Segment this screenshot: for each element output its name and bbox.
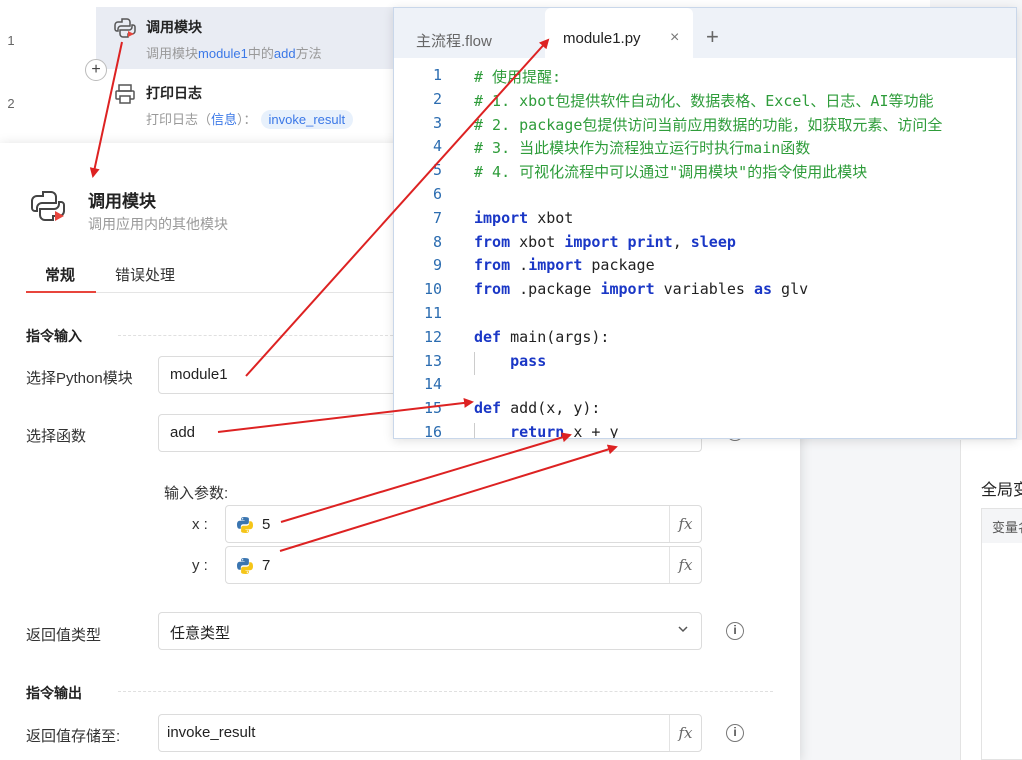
code-line: def main(args): [474, 327, 610, 346]
desc-text: 方法 [295, 46, 322, 61]
desc-text: 打印日志（ [146, 112, 212, 127]
line-number: 5 [432, 161, 442, 180]
chevron-down-icon [678, 626, 688, 633]
code-line: from .import package [474, 256, 655, 275]
python-module-icon [31, 191, 65, 221]
line-number: 7 [432, 208, 442, 227]
global-variables-panel: 全局变 变量名 [960, 440, 1022, 760]
variable-tag: invoke_result [260, 110, 354, 129]
section-divider [118, 335, 393, 336]
params-label: 输入参数: [164, 485, 229, 502]
code-editor-window: 主流程.flow module1.py × + 1 # 使用提醒: 2 # 1. xb… [393, 7, 1017, 439]
code-line: # 4. 可视化流程中可以通过"调用模块"的指令使用此模块 [474, 163, 868, 182]
line-number: 15 [423, 399, 442, 418]
param-y-input[interactable]: 7 fx [225, 546, 702, 584]
code-line: from xbot import print, sleep [474, 232, 736, 251]
printer-icon [115, 84, 135, 104]
python-icon [237, 558, 253, 574]
section-title-input: 指令输入 [26, 328, 82, 344]
info-icon[interactable]: i [726, 622, 744, 640]
line-number: 6 [432, 185, 442, 203]
flow-line-number: 1 [7, 33, 15, 48]
dialog-title: 调用模块 [88, 192, 156, 211]
section-divider [118, 691, 773, 692]
function-select-label: 选择函数 [26, 428, 87, 445]
line-number: 16 [423, 423, 442, 439]
tab-label: module1.py [563, 30, 641, 47]
code-line: # 1. xbot包提供软件自动化、数据表格、Excel、日志、AI等功能 [474, 91, 934, 110]
desc-module: module1 [198, 46, 248, 61]
python-icon [237, 517, 253, 533]
desc-level: 信息 [211, 112, 238, 127]
line-number: 11 [423, 304, 442, 322]
line-number: 8 [432, 232, 442, 251]
active-tab-indicator [26, 291, 96, 293]
module-select-label: 选择Python模块 [26, 370, 133, 387]
param-x-value: 5 [262, 516, 271, 533]
line-number: 3 [432, 113, 442, 132]
fx-button[interactable]: fx [669, 715, 701, 751]
global-variables-table: 变量名 [981, 508, 1022, 760]
tab-main-flow[interactable]: 主流程.flow [416, 8, 492, 58]
tab-general[interactable]: 常规 [45, 264, 75, 285]
dialog-subtitle: 调用应用内的其他模块 [88, 216, 228, 232]
flow-line-number: 2 [7, 96, 15, 111]
line-number: 2 [432, 89, 442, 108]
code-line: pass [510, 351, 547, 370]
section-title-output: 指令输出 [26, 685, 82, 701]
code-line: # 使用提醒: [474, 68, 562, 86]
line-number: 14 [423, 375, 442, 394]
column-header-variable-name: 变量名 [982, 509, 1022, 543]
param-y-value: 7 [262, 557, 271, 574]
module-select-value: module1 [170, 366, 228, 383]
line-number: 10 [423, 280, 442, 299]
code-line: # 2. package包提供访问当前应用数据的功能，如获取元素、访问全 [474, 115, 943, 134]
app-root: 1 调用模块 调用模块module1中的add方法 + 2 打印日志 打印日志（… [0, 0, 1022, 760]
code-line: # 3. 当此模块作为流程独立运行时执行main函数 [474, 139, 811, 158]
line-number: 13 [423, 351, 442, 370]
return-type-label: 返回值类型 [26, 627, 102, 644]
code-line: import xbot [474, 208, 574, 227]
return-type-select[interactable]: 任意类型 [158, 612, 702, 650]
line-number: 9 [432, 256, 442, 275]
fx-button[interactable]: fx [669, 506, 701, 542]
desc-text: 调用模块 [146, 46, 199, 61]
line-number: 12 [423, 327, 442, 346]
fx-button[interactable]: fx [669, 547, 701, 583]
close-icon[interactable]: × [670, 29, 679, 47]
param-x-label: x : [192, 516, 208, 533]
store-result-label: 返回值存储至: [26, 728, 121, 745]
store-result-value: invoke_result [167, 724, 256, 741]
add-tab-icon[interactable]: + [706, 24, 719, 50]
store-result-input[interactable]: invoke_result fx [158, 714, 702, 752]
desc-text: 中的 [247, 46, 274, 61]
editor-tab-bar: 主流程.flow module1.py × + [394, 8, 1016, 58]
line-number: 4 [432, 137, 442, 156]
code-line: return x + y [510, 423, 619, 439]
desc-function: add [273, 46, 296, 61]
indent-guide [474, 423, 475, 438]
return-type-value: 任意类型 [170, 625, 231, 642]
param-y-label: y : [192, 557, 208, 574]
tab-error-handling[interactable]: 错误处理 [115, 264, 175, 285]
python-module-icon [114, 18, 136, 38]
indent-guide [474, 351, 475, 376]
line-number: 1 [432, 66, 442, 84]
code-line: from .package import variables as glv [474, 280, 809, 299]
global-variables-title: 全局变 [981, 482, 1022, 499]
function-select-value: add [170, 424, 196, 441]
param-x-input[interactable]: 5 fx [225, 505, 702, 543]
desc-text: ）： [237, 112, 257, 127]
code-line: def add(x, y): [474, 399, 601, 418]
info-icon[interactable]: i [726, 724, 744, 742]
